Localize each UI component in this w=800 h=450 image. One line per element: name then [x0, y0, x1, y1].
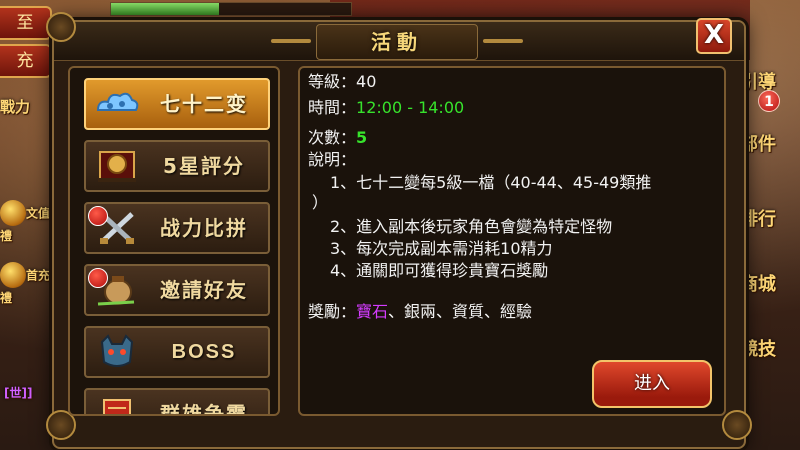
cloud-icon	[96, 92, 139, 111]
description-item: 4、通關即可獲得珍貴寶石獎勵	[330, 261, 549, 280]
left-menu-button-1[interactable]: 至	[0, 6, 52, 40]
guide-notification-badge: 1	[758, 90, 780, 112]
reward-highlight: 寶石	[356, 302, 389, 321]
activity-label: BOSS	[171, 341, 237, 363]
activity-label: 群雄争霸	[160, 402, 248, 416]
level-label: 等級：	[308, 72, 357, 91]
reward-label: 獎勵：	[308, 302, 357, 321]
activity-item-power-contest[interactable]: 战力比拼	[84, 202, 270, 254]
reward-rest: 、銀兩、資質、經驗	[388, 302, 533, 321]
side-tile-power[interactable]: 戰力	[0, 96, 60, 134]
count-value: 5	[356, 128, 368, 147]
notification-dot	[88, 206, 108, 226]
description-label: 說明：	[308, 150, 357, 169]
activity-label: 七十二变	[160, 92, 248, 116]
gift-icon	[0, 200, 26, 226]
demon-mask-icon	[100, 334, 134, 367]
gold-coin-icon	[0, 262, 26, 288]
description-item: 1、七十二變每5級一檔（40-44、45-49類推	[330, 173, 652, 192]
reward-row: 獎勵：寶石、銀兩、資質、經驗	[308, 302, 532, 322]
hp-bar	[110, 2, 352, 16]
close-button[interactable]: X	[696, 18, 732, 54]
corner-ornament-icon	[46, 12, 76, 42]
description-item: 2、進入副本後玩家角色會變為特定怪物	[330, 217, 613, 236]
banner-icon	[103, 399, 131, 414]
dialog-title: 活動	[271, 24, 523, 60]
activity-item-hero-contest[interactable]: 群雄争霸	[84, 388, 270, 416]
time-row: 時間：12:00 - 14:00	[308, 98, 464, 118]
enter-button[interactable]: 进入	[592, 360, 712, 408]
side-tile-label: 戰力	[0, 98, 31, 116]
activity-item-invite-friends[interactable]: 邀請好友	[84, 264, 270, 316]
activity-label: 战力比拼	[160, 216, 248, 240]
activity-label: 邀請好友	[160, 278, 248, 302]
side-tile-gift[interactable]: 文值禮	[0, 200, 60, 243]
right-tile-shop[interactable]: 商城	[740, 270, 800, 310]
time-value: 12:00 - 14:00	[356, 98, 465, 117]
level-value: 40	[356, 72, 377, 91]
side-tile-first-charge[interactable]: 首充禮	[0, 262, 60, 305]
activity-item-72-transformations[interactable]: 七十二变	[84, 78, 270, 130]
activity-item-rating[interactable]: 5星評分	[84, 140, 270, 192]
right-tile-parts[interactable]: 部件	[740, 130, 800, 170]
notification-dot	[88, 268, 108, 288]
time-label: 時間：	[308, 98, 357, 117]
gong-icon	[98, 151, 136, 182]
activity-list[interactable]: 七十二变 5星評分 战力比拼 邀請好友 BOSS 群雄争霸	[68, 66, 280, 416]
corner-ornament-icon	[722, 410, 752, 440]
dialog-header: 活動	[54, 22, 744, 61]
description-item: ）	[312, 193, 329, 212]
activity-label: 5星評分	[163, 154, 245, 178]
right-tile-ranking[interactable]: 排行	[740, 205, 800, 245]
count-row: 次數：5	[308, 128, 367, 148]
level-row: 等級：40	[308, 72, 376, 92]
left-menu-button-2[interactable]: 充	[0, 44, 52, 78]
description-item: 3、每次完成副本需消耗10精力	[330, 239, 553, 258]
activity-item-boss[interactable]: BOSS	[84, 326, 270, 378]
right-tile-arena[interactable]: 競技	[740, 335, 800, 375]
count-label: 次數：	[308, 128, 357, 147]
